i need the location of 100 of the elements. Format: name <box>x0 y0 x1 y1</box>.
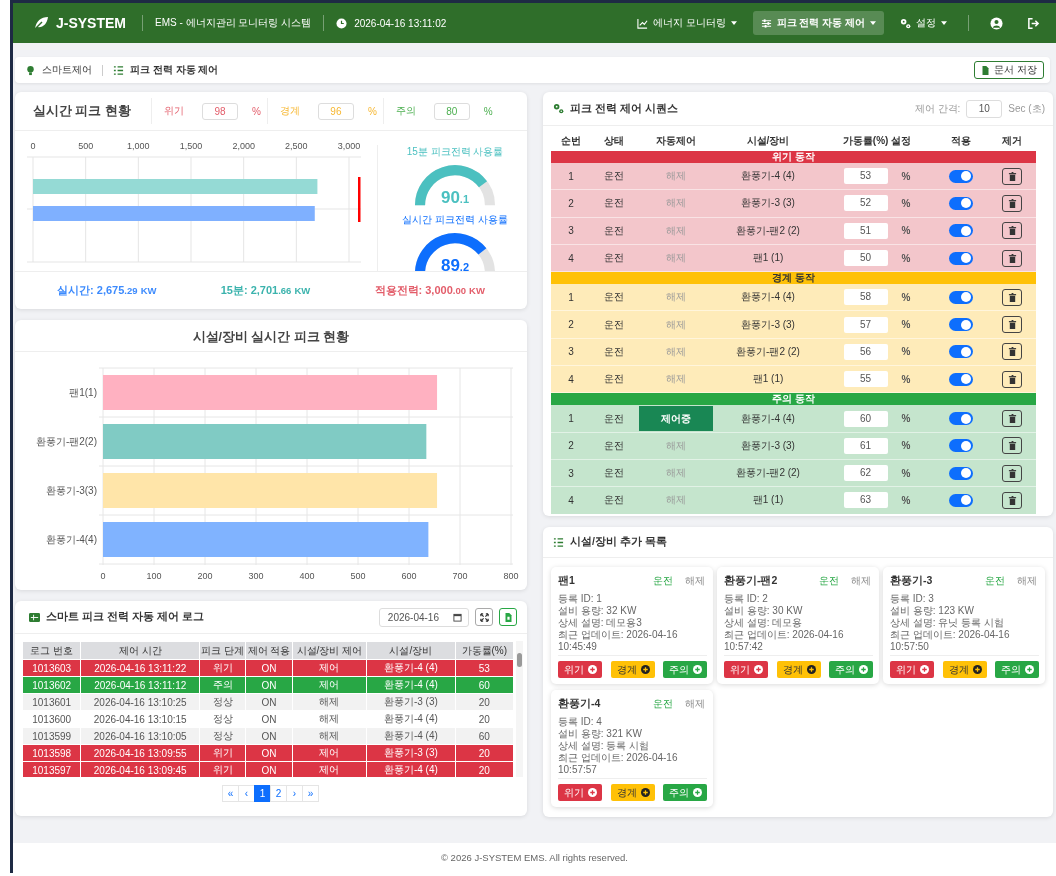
user-icon[interactable] <box>990 16 1003 30</box>
toggle-switch[interactable] <box>948 196 973 210</box>
nav-menu-item[interactable]: 설정 <box>892 11 955 35</box>
plus-circle-icon <box>640 788 650 797</box>
delete-button[interactable] <box>1002 437 1022 455</box>
app-logo[interactable]: J-SYSTEM <box>56 15 126 31</box>
rate-input[interactable]: 56 <box>843 343 888 360</box>
delete-button[interactable] <box>1002 194 1022 212</box>
breadcrumb-item[interactable]: 피크 전력 자동 제어 <box>130 63 219 77</box>
table-cell: 환풍기-4 (4) <box>715 284 821 311</box>
toggle-switch[interactable] <box>948 345 973 359</box>
card-title: 시설/장비 추가 목록 <box>570 535 667 549</box>
toggle-switch[interactable] <box>948 290 973 304</box>
interval-input[interactable]: 10 <box>966 99 1003 118</box>
level-add-button[interactable]: 경계 <box>610 661 655 678</box>
scrollbar[interactable] <box>516 641 523 777</box>
toggle-switch[interactable] <box>948 372 973 386</box>
column-header: 제어 적용 <box>245 641 293 660</box>
device-detail: 등록 ID: 1 <box>558 593 603 605</box>
rate-input[interactable]: 62 <box>843 465 888 482</box>
level-add-button[interactable]: 경계 <box>776 661 821 678</box>
column-header: 시설/장비 <box>715 131 821 151</box>
table-cell: 팬1 (1) <box>715 486 821 515</box>
level-add-button[interactable]: 위기 <box>724 661 768 678</box>
group-header: 위기 동작 <box>551 151 1036 163</box>
nav-menu-item[interactable]: 피크 전력 자동 제어 <box>752 11 884 35</box>
table-cell: 운전 <box>591 459 637 487</box>
level-add-button[interactable]: 주의 <box>995 661 1039 678</box>
plus-circle-icon <box>920 665 929 674</box>
mode-option[interactable]: 해제 <box>851 574 871 588</box>
delete-button[interactable] <box>1002 464 1022 482</box>
pagination-button[interactable]: » <box>302 785 319 802</box>
excel-export-button[interactable] <box>499 608 517 626</box>
toggle-switch[interactable] <box>948 224 973 238</box>
nav-menu-item[interactable]: 에너지 모니터링 <box>628 11 745 35</box>
toggle-switch[interactable] <box>948 466 973 480</box>
level-add-button[interactable]: 주의 <box>829 661 873 678</box>
delete-button[interactable] <box>1002 410 1022 427</box>
level-add-button[interactable]: 주의 <box>663 661 707 678</box>
column-header: 상태 <box>591 131 637 151</box>
level-add-button[interactable]: 위기 <box>558 661 602 678</box>
rate-input[interactable]: 55 <box>843 371 888 388</box>
threshold-label: 주의 <box>395 104 417 118</box>
interval-unit: Sec (초) <box>1008 101 1045 116</box>
level-add-button[interactable]: 위기 <box>890 661 934 678</box>
level-add-button[interactable]: 경계 <box>610 784 655 801</box>
table-cell: 해제 <box>666 197 686 209</box>
current-time: 2026-04-16 13:11:02 <box>354 17 447 29</box>
mode-option[interactable]: 운전 <box>985 574 1005 588</box>
delete-button[interactable] <box>1002 491 1022 509</box>
table-cell: 4 <box>551 244 591 272</box>
rate-input[interactable]: 57 <box>843 316 888 333</box>
toggle-switch[interactable] <box>948 251 973 265</box>
rate-input[interactable]: 53 <box>843 168 888 185</box>
delete-button[interactable] <box>1002 343 1022 361</box>
breadcrumb-item[interactable]: 스마트제어 <box>42 63 92 77</box>
axis-tick-label: 2,500 <box>285 141 308 151</box>
percent-unit: % <box>901 494 911 506</box>
rate-input[interactable]: 63 <box>843 492 888 509</box>
gauge-value: 89.2 <box>439 256 471 271</box>
toggle-switch[interactable] <box>948 169 973 183</box>
threshold-input[interactable]: 80 <box>433 102 470 120</box>
rate-input[interactable]: 51 <box>843 222 888 239</box>
plus-circle-icon <box>754 665 763 674</box>
date-input[interactable]: 2026-04-16 <box>378 607 469 627</box>
level-add-button[interactable]: 경계 <box>942 661 987 678</box>
rate-input[interactable]: 61 <box>843 437 888 454</box>
axis-tick-label: 1,500 <box>179 141 203 151</box>
toggle-switch[interactable] <box>948 439 973 453</box>
mode-option[interactable]: 해제 <box>685 697 705 711</box>
toggle-switch[interactable] <box>948 412 973 425</box>
mode-option[interactable]: 운전 <box>653 574 673 588</box>
delete-button[interactable] <box>1002 167 1022 185</box>
mode-option[interactable]: 운전 <box>819 574 839 588</box>
level-add-button[interactable]: 위기 <box>558 784 602 801</box>
delete-button[interactable] <box>1002 288 1022 306</box>
logout-icon[interactable] <box>1027 16 1040 30</box>
table-cell: 해제 <box>666 252 686 264</box>
delete-button[interactable] <box>1002 249 1022 267</box>
card-title: 실시간 피크 현황 <box>33 102 132 120</box>
toggle-switch[interactable] <box>948 493 973 507</box>
delete-button[interactable] <box>1002 370 1022 388</box>
expand-button[interactable] <box>475 608 493 626</box>
rate-input[interactable]: 50 <box>843 250 888 267</box>
save-document-button[interactable]: 문서 저장 <box>974 61 1044 79</box>
rate-input[interactable]: 52 <box>843 195 888 212</box>
toggle-switch[interactable] <box>948 318 973 332</box>
rate-input[interactable]: 58 <box>843 289 888 306</box>
threshold-input[interactable]: 98 <box>202 102 238 120</box>
mode-option[interactable]: 운전 <box>653 697 673 711</box>
delete-button[interactable] <box>1002 222 1022 240</box>
delete-button[interactable] <box>1002 316 1022 334</box>
mode-option[interactable]: 해제 <box>1017 574 1037 588</box>
percent-unit: % <box>901 170 911 182</box>
device-detail: 최근 업데이트: 2026-04-16 10:57:50 <box>890 629 1011 653</box>
rate-input[interactable]: 60 <box>843 410 888 427</box>
mode-option[interactable]: 해제 <box>685 574 705 588</box>
table-cell: 환풍기-3 (3) <box>715 189 821 218</box>
limit-marker <box>358 177 361 222</box>
level-add-button[interactable]: 주의 <box>663 784 707 801</box>
